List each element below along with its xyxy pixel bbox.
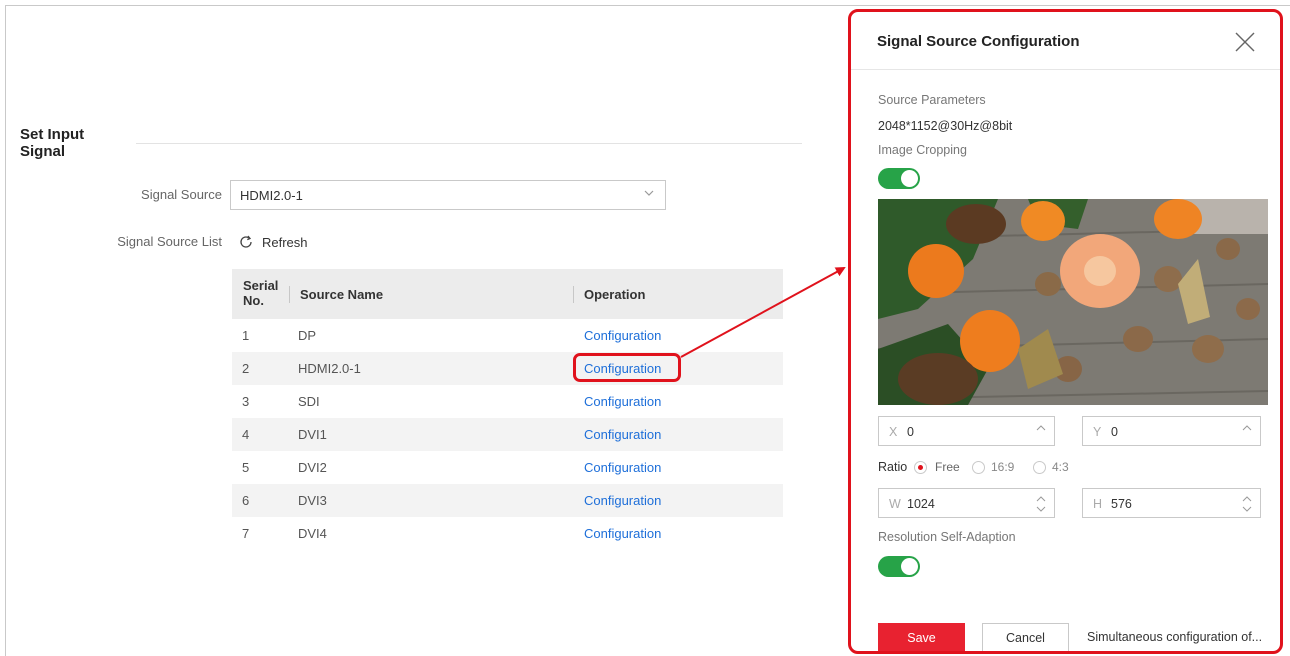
chevron-down-icon [644, 190, 654, 196]
width-input[interactable]: W 1024 [878, 488, 1055, 518]
spinner-icon[interactable] [1242, 494, 1252, 514]
y-value: 0 [1111, 425, 1118, 439]
serial-cell: 2 [242, 361, 250, 376]
section-title: Set Input Signal [20, 126, 85, 160]
configuration-link[interactable]: Configuration [584, 460, 661, 475]
source-name-cell: DVI3 [298, 493, 327, 508]
source-name-cell: DVI4 [298, 526, 327, 541]
x-input[interactable]: X 0 [878, 416, 1055, 446]
source-name-cell: DVI1 [298, 427, 327, 442]
table-row: 3 SDI Configuration [232, 385, 783, 418]
source-parameters-label: Source Parameters [878, 93, 986, 107]
ratio-free-label: Free [935, 460, 960, 474]
signal-source-label: Signal Source [141, 187, 222, 202]
source-name-cell: DP [298, 328, 317, 343]
chevron-up-icon[interactable] [1242, 422, 1252, 442]
configuration-link[interactable]: Configuration [584, 493, 661, 508]
column-separator [289, 286, 290, 303]
table-row: 7 DVI4 Configuration [232, 517, 783, 550]
serial-cell: 1 [242, 328, 250, 343]
dialog-title: Signal Source Configuration [877, 33, 1080, 50]
y-prefix: Y [1093, 425, 1102, 439]
table-row: 6 DVI3 Configuration [232, 484, 783, 517]
source-parameters-value: 2048*1152@30Hz@8bit [878, 119, 1013, 133]
refresh-icon [240, 235, 252, 248]
configuration-link[interactable]: Configuration [584, 328, 661, 343]
column-separator [573, 286, 574, 303]
configuration-link[interactable]: Configuration [584, 427, 661, 442]
x-value: 0 [907, 425, 914, 439]
refresh-label: Refresh [262, 234, 308, 250]
ratio-4-3-radio[interactable] [1033, 461, 1046, 474]
dialog-header: Signal Source Configuration [851, 12, 1280, 70]
column-header-source-name: Source Name [300, 287, 384, 302]
signal-source-select[interactable]: HDMI2.0-1 [230, 180, 666, 210]
h-prefix: H [1093, 497, 1103, 511]
table-header: Serial No. Source Name Operation [232, 269, 783, 319]
image-cropping-toggle[interactable] [878, 168, 920, 189]
image-cropping-label: Image Cropping [878, 143, 967, 157]
save-button[interactable]: Save [878, 623, 965, 651]
source-name-cell: HDMI2.0-1 [298, 361, 361, 376]
chevron-up-icon[interactable] [1036, 422, 1046, 442]
table-row: 2 HDMI2.0-1 Configuration [232, 352, 783, 385]
serial-cell: 3 [242, 394, 250, 409]
source-name-cell: SDI [298, 394, 320, 409]
signal-source-value: HDMI2.0-1 [240, 188, 303, 203]
toggle-knob [901, 170, 918, 187]
ratio-4-3-label: 4:3 [1052, 460, 1069, 474]
table-row: 5 DVI2 Configuration [232, 451, 783, 484]
refresh-button[interactable]: Refresh [238, 233, 308, 251]
table-row: 1 DP Configuration [232, 319, 783, 352]
configuration-link[interactable]: Configuration [584, 526, 661, 541]
source-name-cell: DVI2 [298, 460, 327, 475]
serial-cell: 4 [242, 427, 250, 442]
signal-source-list-label: Signal Source List [117, 234, 222, 249]
cancel-button[interactable]: Cancel [982, 623, 1069, 651]
close-icon[interactable] [1234, 31, 1256, 53]
x-prefix: X [889, 425, 898, 439]
ratio-16-9-radio[interactable] [972, 461, 985, 474]
crop-preview-image[interactable] [878, 199, 1268, 405]
toggle-knob [901, 558, 918, 575]
serial-cell: 6 [242, 493, 250, 508]
y-input[interactable]: Y 0 [1082, 416, 1261, 446]
simultaneous-configuration-link[interactable]: Simultaneous configuration of... [1087, 630, 1262, 644]
ratio-16-9-label: 16:9 [991, 460, 1015, 474]
section-divider [136, 143, 802, 144]
spinner-icon[interactable] [1036, 494, 1046, 514]
ratio-free-radio[interactable] [914, 461, 927, 474]
serial-cell: 5 [242, 460, 250, 475]
resolution-self-adaption-toggle[interactable] [878, 556, 920, 577]
column-header-serial: Serial No. [243, 278, 279, 308]
column-header-operation: Operation [584, 287, 646, 302]
ratio-label: Ratio [878, 460, 908, 474]
table-row: 4 DVI1 Configuration [232, 418, 783, 451]
serial-cell: 7 [242, 526, 250, 541]
configuration-link[interactable]: Configuration [584, 394, 661, 409]
resolution-self-adaption-label: Resolution Self-Adaption [878, 530, 1016, 544]
callout-highlight-box [573, 353, 681, 382]
w-prefix: W [889, 497, 901, 511]
w-value: 1024 [907, 497, 935, 511]
signal-source-configuration-dialog: Signal Source Configuration Source Param… [848, 9, 1283, 654]
h-value: 576 [1111, 497, 1132, 511]
height-input[interactable]: H 576 [1082, 488, 1261, 518]
